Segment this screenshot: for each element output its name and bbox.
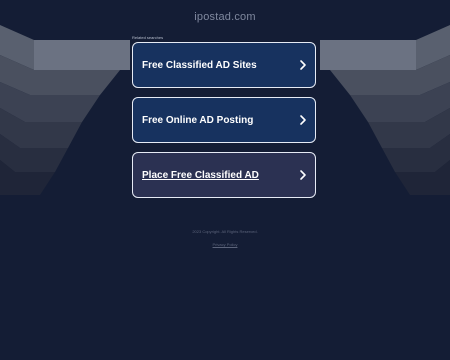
privacy-policy-link[interactable]: Privacy Policy xyxy=(0,242,450,247)
copyright-text: 2023 Copyright. All Rights Reserved. xyxy=(192,229,258,234)
search-link-free-online-ad-posting[interactable]: Free Online AD Posting xyxy=(132,97,316,143)
site-domain: ipostad.com xyxy=(194,11,256,23)
search-link-free-classified-ad-sites[interactable]: Free Classified AD Sites xyxy=(132,42,316,88)
search-link-label: Free Classified AD Sites xyxy=(142,59,257,71)
search-link-label: Free Online AD Posting xyxy=(142,114,254,126)
chevron-right-icon xyxy=(300,60,306,70)
search-link-label: Place Free Classified AD xyxy=(142,169,259,181)
chevron-right-icon xyxy=(300,170,306,180)
chevron-right-icon xyxy=(300,115,306,125)
related-searches-label: Related searches xyxy=(132,35,164,40)
left-wing-band-1b xyxy=(34,40,130,70)
right-wing-band-1b xyxy=(320,40,416,70)
search-link-place-free-classified-ad[interactable]: Place Free Classified AD xyxy=(132,152,316,198)
